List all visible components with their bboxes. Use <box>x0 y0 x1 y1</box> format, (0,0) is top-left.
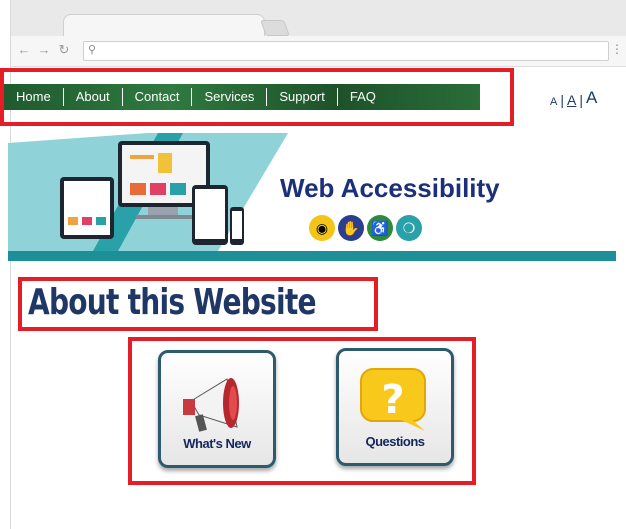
tiles-highlight-box <box>128 337 476 485</box>
tab-strip <box>11 0 626 37</box>
eye-icon: ◉ <box>309 215 335 241</box>
font-size-small-button[interactable]: A <box>548 96 559 108</box>
browser-menu-icon[interactable]: ⋮ <box>611 42 623 56</box>
accessibility-banner: Web Accessibility ◉ ✋ ♿ ❍ <box>8 133 616 263</box>
browser-tab[interactable] <box>63 14 265 37</box>
banner-title: Web Accessibility <box>280 173 500 203</box>
browser-toolbar: ← → ↻ ⚲ ⋮ <box>11 36 626 67</box>
nav-highlight-box <box>0 68 514 126</box>
font-size-large-button[interactable]: A <box>584 88 599 108</box>
sign-language-icon: ✋ <box>338 215 364 241</box>
address-bar[interactable]: ⚲ <box>83 41 609 61</box>
search-icon: ⚲ <box>88 44 97 56</box>
new-tab-button[interactable] <box>260 20 290 36</box>
font-size-medium-button[interactable]: A <box>565 92 578 108</box>
reload-icon[interactable]: ↻ <box>57 42 71 58</box>
wheelchair-icon: ♿ <box>367 215 393 241</box>
font-size-controls: A | A | A <box>548 88 599 108</box>
back-arrow-icon[interactable]: ← <box>17 42 31 57</box>
heading-highlight-box <box>18 277 378 331</box>
forward-arrow-icon[interactable]: → <box>37 42 51 57</box>
hearing-icon: ❍ <box>396 215 422 241</box>
